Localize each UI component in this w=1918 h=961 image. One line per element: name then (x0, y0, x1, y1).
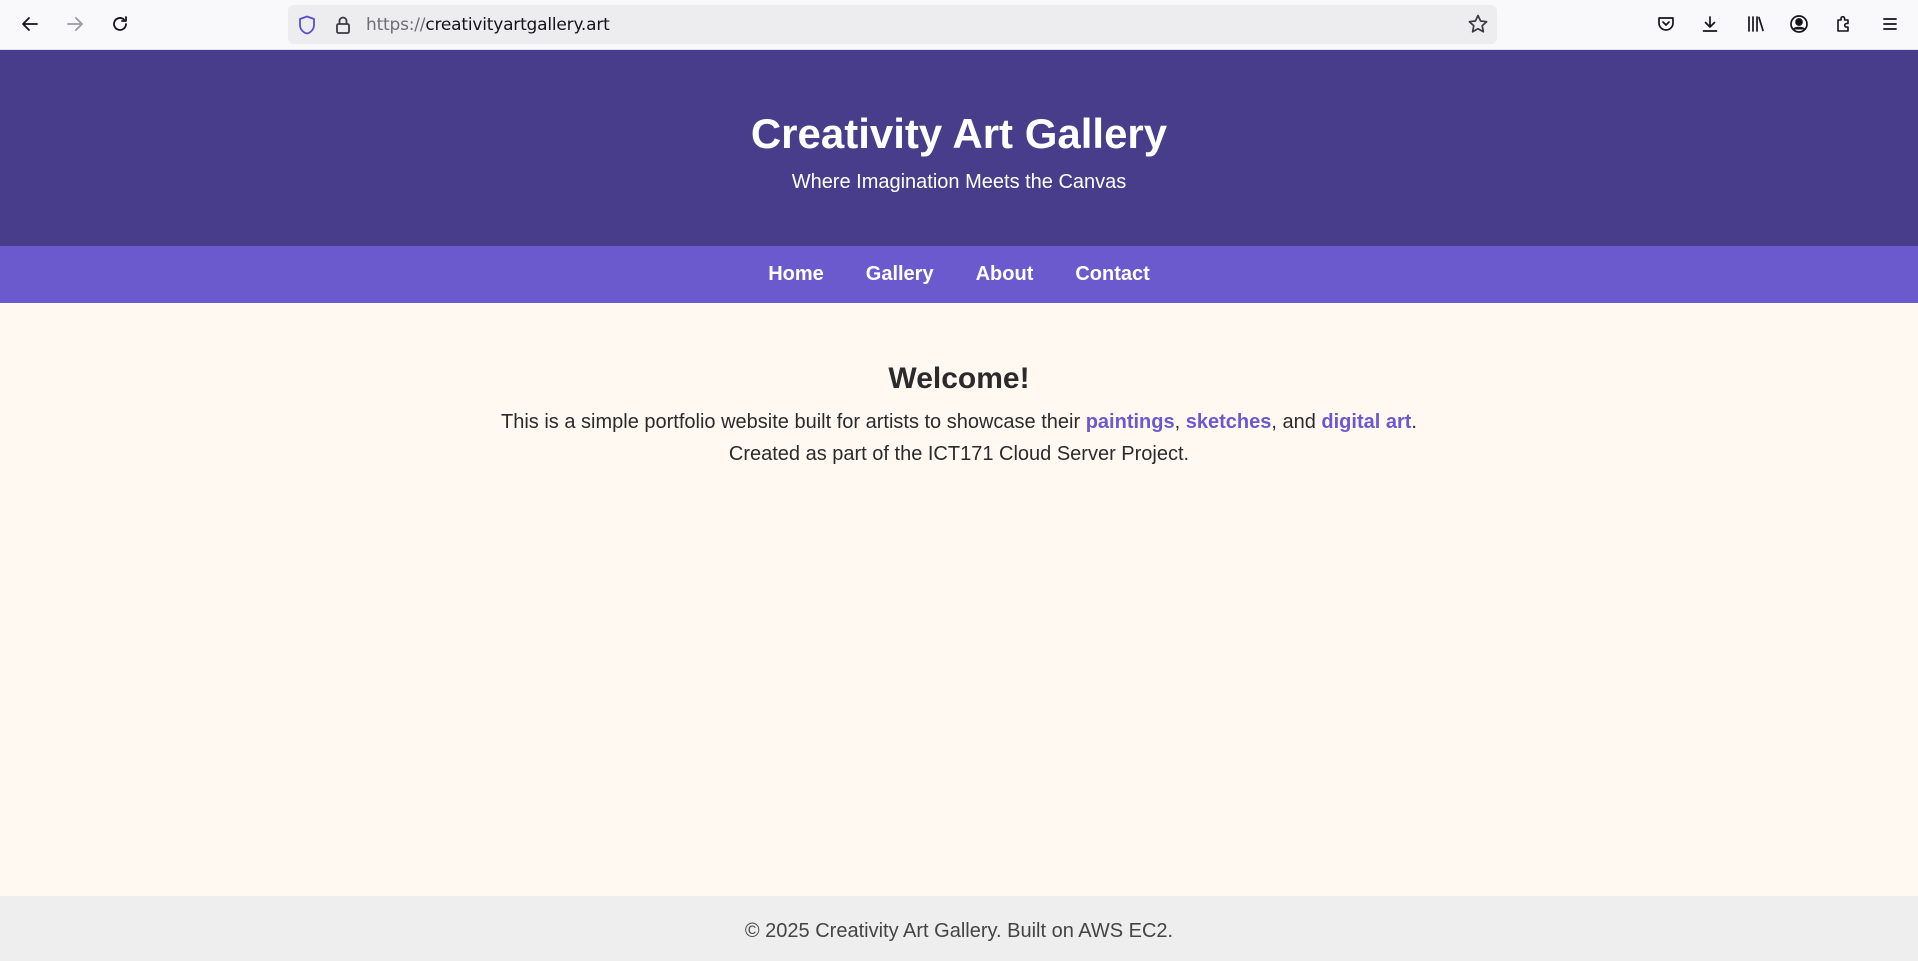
reload-icon (113, 16, 127, 31)
pocket-icon (1658, 17, 1674, 31)
sketches-link[interactable]: sketches (1186, 411, 1272, 433)
tracking-protection-shield-icon[interactable] (296, 14, 318, 36)
lock-icon[interactable] (332, 14, 354, 36)
bookmark-star-icon[interactable] (1467, 13, 1489, 35)
site-title: Creativity Art Gallery (750, 110, 1168, 157)
arrow-right-icon (67, 17, 83, 31)
paintings-link[interactable]: paintings (1086, 411, 1175, 433)
puzzle-piece-icon (1837, 15, 1849, 32)
welcome-heading: Welcome! (888, 362, 1030, 395)
nav-link-gallery[interactable]: Gallery (866, 263, 934, 286)
nav-link-about[interactable]: About (976, 263, 1034, 286)
library-button[interactable] (1739, 8, 1771, 40)
main-nav: Home Gallery About Contact (0, 246, 1918, 303)
address-bar[interactable]: https://creativityartgallery.art (288, 5, 1497, 44)
intro-text: This is a simple portfolio website built… (0, 406, 1918, 470)
intro-separator-1: , (1174, 411, 1186, 433)
reload-button[interactable] (104, 8, 136, 40)
nav-link-home[interactable]: Home (768, 263, 824, 286)
intro-end: . (1411, 411, 1417, 433)
intro-separator-2: , and (1271, 411, 1322, 433)
footer-text: © 2025 Creativity Art Gallery. Built on … (744, 920, 1174, 942)
site-tagline: Where Imagination Meets the Canvas (791, 171, 1127, 193)
browser-toolbar: https://creativityartgallery.art (0, 0, 1918, 50)
url-scheme: https:// (366, 15, 426, 35)
url-host: creativityartgallery.art (425, 15, 610, 35)
digital-art-link[interactable]: digital art (1321, 411, 1411, 433)
intro-line-2: Created as part of the ICT171 Cloud Serv… (728, 443, 1190, 465)
url-text[interactable]: https://creativityartgallery.art (366, 5, 610, 44)
hamburger-menu-icon (1883, 18, 1897, 30)
intro-line-1: This is a simple portfolio website built… (0, 406, 1918, 438)
downloads-button[interactable] (1694, 8, 1726, 40)
arrow-left-icon (22, 17, 38, 31)
extensions-button[interactable] (1828, 8, 1860, 40)
nav-link-contact[interactable]: Contact (1075, 263, 1149, 286)
pocket-button[interactable] (1650, 8, 1682, 40)
forward-button[interactable] (59, 8, 91, 40)
intro-prefix: This is a simple portfolio website built… (501, 411, 1086, 433)
library-icon (1748, 16, 1764, 32)
site-header: Creativity Art Gallery Where Imagination… (0, 50, 1918, 246)
menu-button[interactable] (1874, 8, 1906, 40)
back-button[interactable] (14, 8, 46, 40)
download-icon (1702, 16, 1718, 32)
account-icon (1790, 15, 1808, 33)
site-footer: © 2025 Creativity Art Gallery. Built on … (0, 896, 1918, 961)
account-button[interactable] (1783, 8, 1815, 40)
